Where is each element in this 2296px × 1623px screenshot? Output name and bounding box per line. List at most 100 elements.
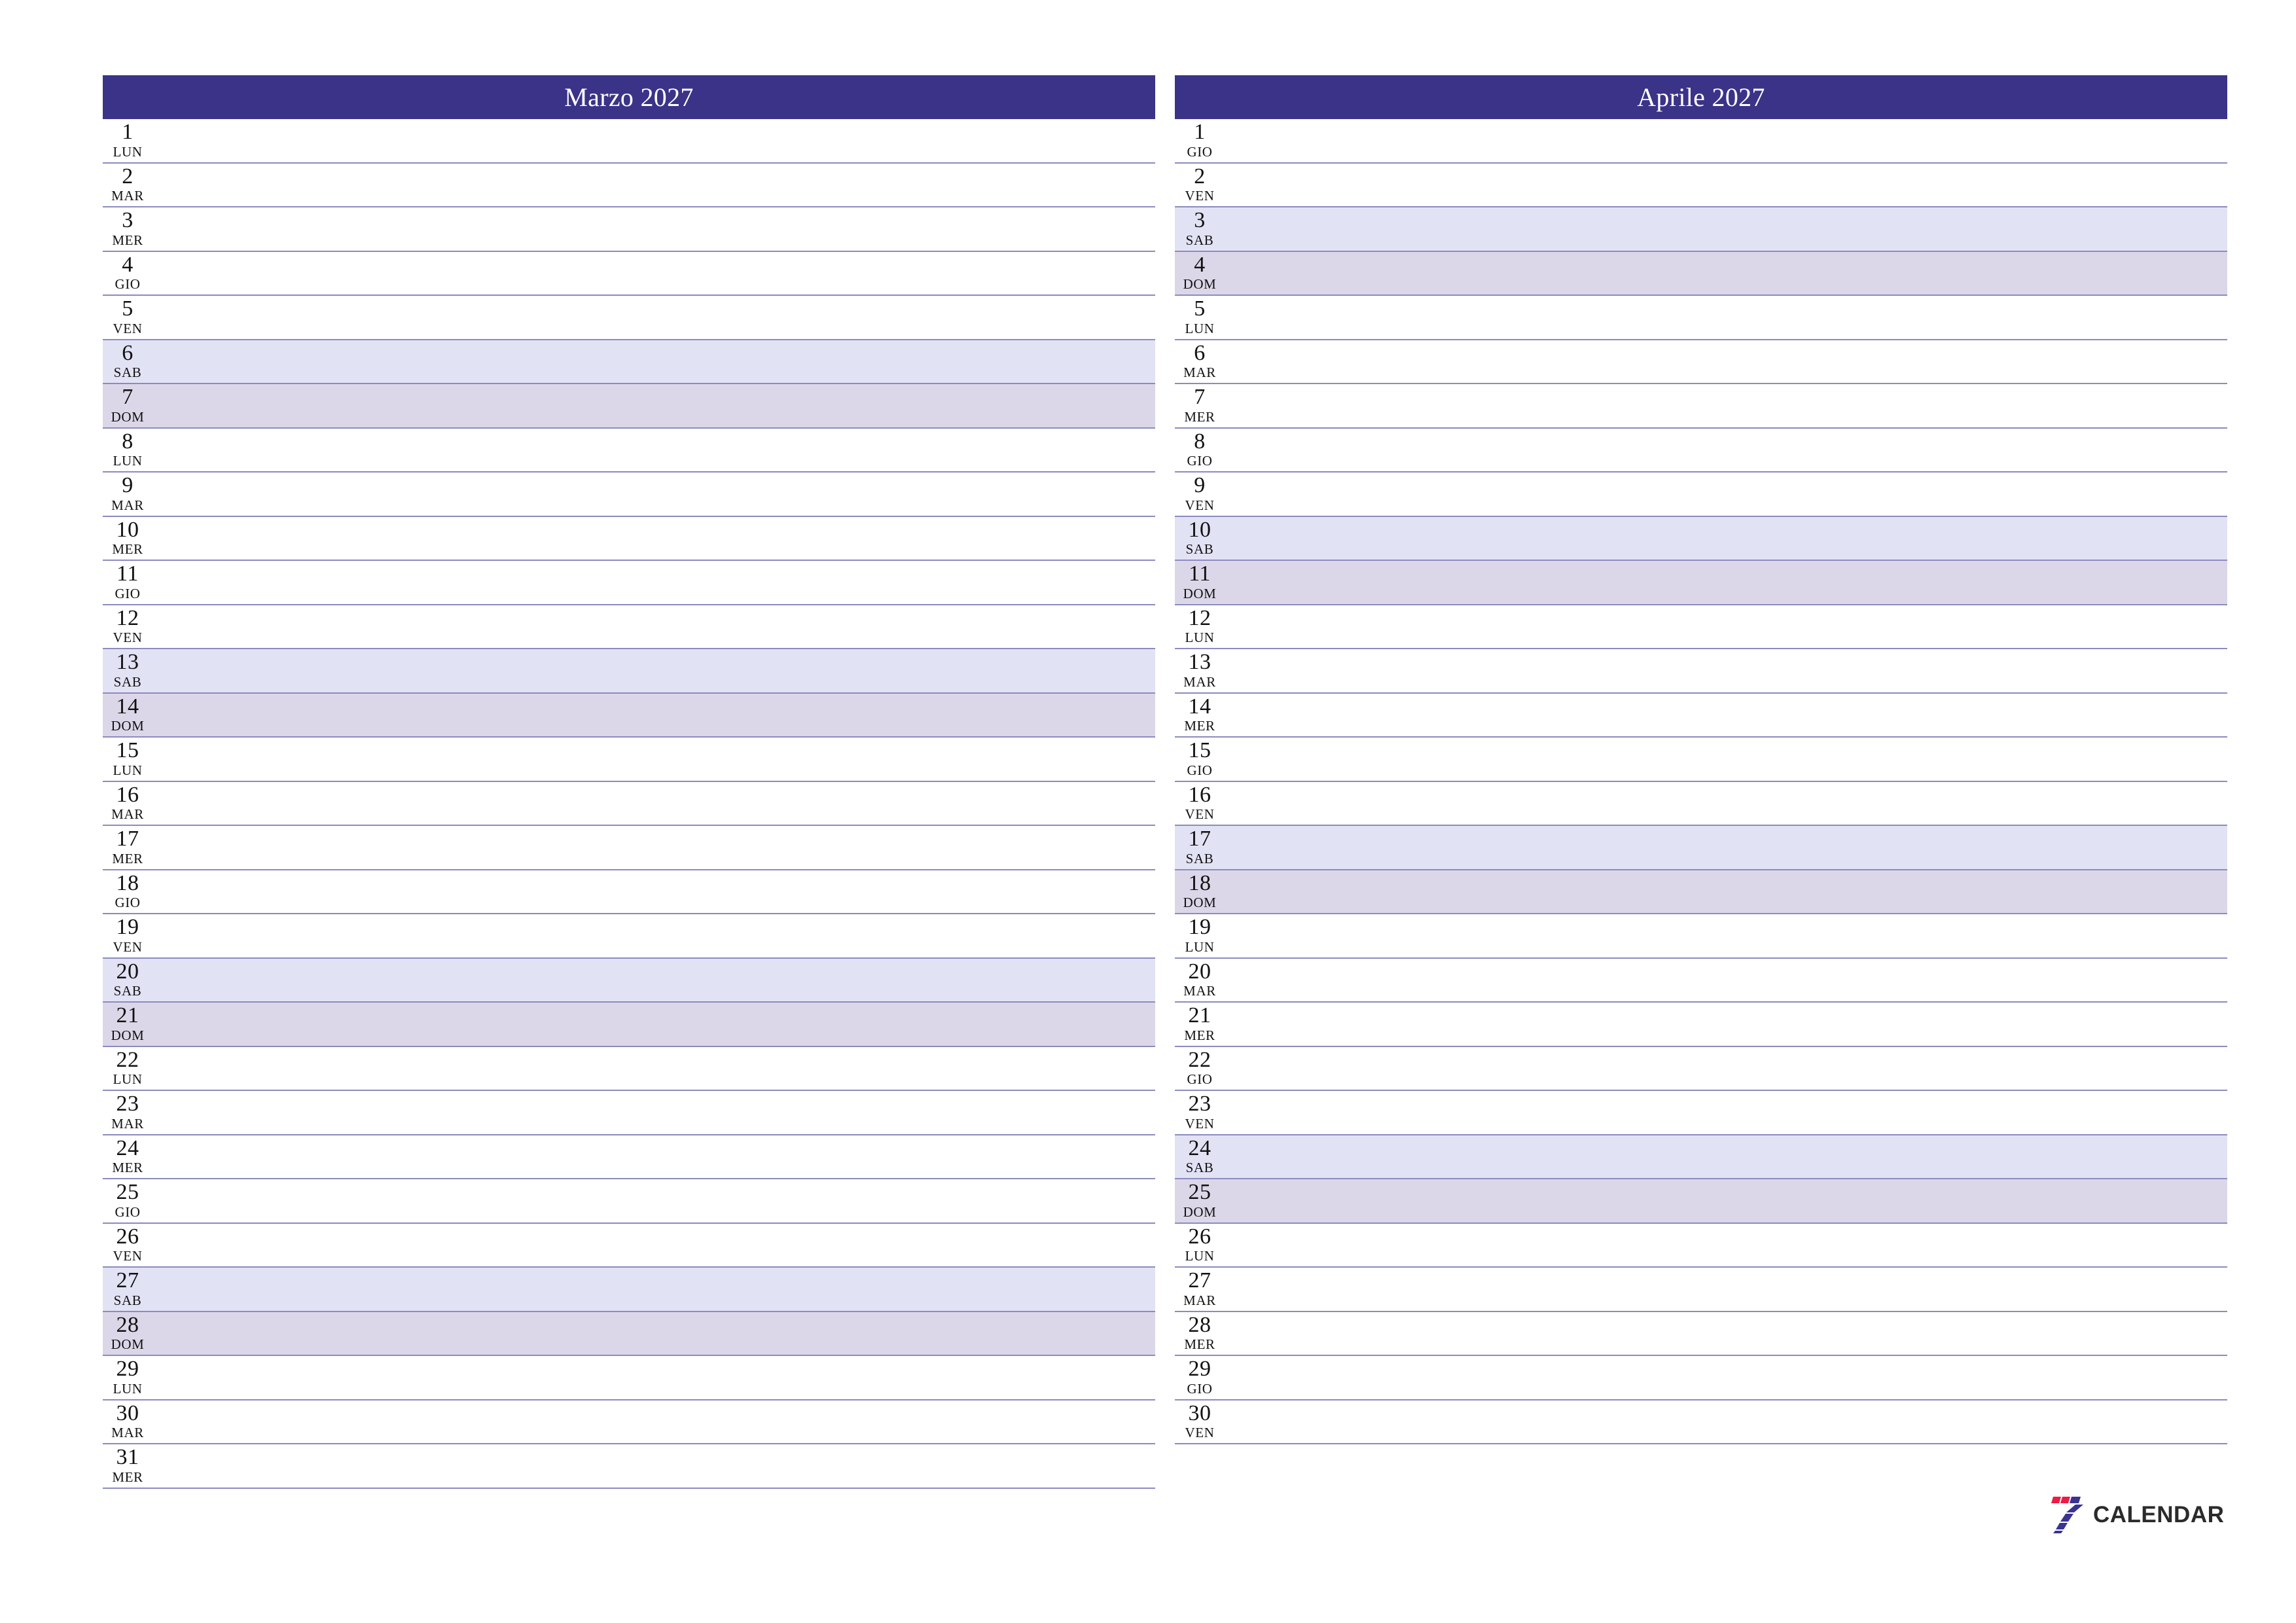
- day-row[interactable]: 3 SAB: [1175, 207, 2227, 252]
- day-notes-area[interactable]: [152, 1179, 1155, 1222]
- day-row[interactable]: 29 LUN: [103, 1356, 1155, 1400]
- day-notes-area[interactable]: [152, 1268, 1155, 1311]
- day-notes-area[interactable]: [152, 1135, 1155, 1179]
- day-notes-area[interactable]: [152, 826, 1155, 869]
- day-row[interactable]: 13 MAR: [1175, 649, 2227, 694]
- day-notes-area[interactable]: [152, 561, 1155, 604]
- day-notes-area[interactable]: [152, 1356, 1155, 1399]
- day-row[interactable]: 10 SAB: [1175, 516, 2227, 561]
- day-row[interactable]: 28 DOM: [103, 1311, 1155, 1356]
- day-row[interactable]: 14 MER: [1175, 693, 2227, 738]
- day-notes-area[interactable]: [152, 252, 1155, 295]
- day-notes-area[interactable]: [152, 164, 1155, 207]
- day-notes-area[interactable]: [1225, 1047, 2227, 1090]
- day-notes-area[interactable]: [1225, 164, 2227, 207]
- day-row[interactable]: 26 LUN: [1175, 1223, 2227, 1268]
- day-row[interactable]: 14 DOM: [103, 693, 1155, 738]
- day-notes-area[interactable]: [1225, 1135, 2227, 1179]
- day-row[interactable]: 16 VEN: [1175, 781, 2227, 826]
- day-notes-area[interactable]: [152, 1047, 1155, 1090]
- day-notes-area[interactable]: [1225, 605, 2227, 649]
- day-notes-area[interactable]: [1225, 384, 2227, 427]
- day-row[interactable]: 28 MER: [1175, 1311, 2227, 1356]
- day-row[interactable]: 24 SAB: [1175, 1135, 2227, 1179]
- day-row[interactable]: 11 DOM: [1175, 561, 2227, 605]
- day-notes-area[interactable]: [152, 207, 1155, 251]
- day-row[interactable]: 2 VEN: [1175, 163, 2227, 207]
- day-row[interactable]: 23 MAR: [103, 1091, 1155, 1135]
- day-row[interactable]: 26 VEN: [103, 1223, 1155, 1268]
- day-notes-area[interactable]: [1225, 870, 2227, 914]
- day-row[interactable]: 3 MER: [103, 207, 1155, 252]
- day-row[interactable]: 5 LUN: [1175, 296, 2227, 340]
- day-row[interactable]: 9 MAR: [103, 473, 1155, 517]
- day-row[interactable]: 22 GIO: [1175, 1046, 2227, 1091]
- day-row[interactable]: 4 GIO: [103, 251, 1155, 296]
- day-row[interactable]: 23 VEN: [1175, 1091, 2227, 1135]
- day-row[interactable]: 30 VEN: [1175, 1400, 2227, 1444]
- day-row[interactable]: 17 MER: [103, 826, 1155, 870]
- day-notes-area[interactable]: [152, 473, 1155, 516]
- day-notes-area[interactable]: [1225, 1224, 2227, 1267]
- day-notes-area[interactable]: [152, 1091, 1155, 1134]
- day-row[interactable]: 4 DOM: [1175, 251, 2227, 296]
- day-notes-area[interactable]: [152, 605, 1155, 649]
- day-row[interactable]: 30 MAR: [103, 1400, 1155, 1444]
- day-notes-area[interactable]: [1225, 561, 2227, 604]
- day-row[interactable]: 15 LUN: [103, 738, 1155, 782]
- day-row[interactable]: 9 VEN: [1175, 473, 2227, 517]
- day-row[interactable]: 12 VEN: [103, 605, 1155, 649]
- day-notes-area[interactable]: [152, 1224, 1155, 1267]
- day-notes-area[interactable]: [152, 914, 1155, 957]
- day-notes-area[interactable]: [152, 517, 1155, 560]
- day-row[interactable]: 7 MER: [1175, 384, 2227, 429]
- day-row[interactable]: 6 MAR: [1175, 340, 2227, 384]
- day-notes-area[interactable]: [152, 429, 1155, 472]
- day-notes-area[interactable]: [1225, 649, 2227, 692]
- day-notes-area[interactable]: [152, 384, 1155, 427]
- day-notes-area[interactable]: [1225, 959, 2227, 1002]
- day-row[interactable]: 8 GIO: [1175, 428, 2227, 473]
- day-notes-area[interactable]: [1225, 473, 2227, 516]
- day-notes-area[interactable]: [152, 1400, 1155, 1444]
- day-row[interactable]: 1 GIO: [1175, 119, 2227, 164]
- day-notes-area[interactable]: [1225, 296, 2227, 339]
- day-row[interactable]: 27 MAR: [1175, 1268, 2227, 1312]
- day-notes-area[interactable]: [1225, 782, 2227, 825]
- day-row[interactable]: 31 MER: [103, 1444, 1155, 1489]
- day-row[interactable]: 19 VEN: [103, 914, 1155, 959]
- day-row[interactable]: 1 LUN: [103, 119, 1155, 164]
- day-notes-area[interactable]: [1225, 826, 2227, 869]
- day-notes-area[interactable]: [1225, 1091, 2227, 1134]
- day-row[interactable]: 15 GIO: [1175, 738, 2227, 782]
- day-notes-area[interactable]: [1225, 1003, 2227, 1046]
- day-notes-area[interactable]: [152, 738, 1155, 781]
- day-notes-area[interactable]: [1225, 738, 2227, 781]
- day-row[interactable]: 20 MAR: [1175, 958, 2227, 1003]
- day-notes-area[interactable]: [1225, 517, 2227, 560]
- day-notes-area[interactable]: [1225, 340, 2227, 383]
- day-notes-area[interactable]: [152, 1003, 1155, 1046]
- day-notes-area[interactable]: [152, 1444, 1155, 1488]
- day-row[interactable]: 11 GIO: [103, 561, 1155, 605]
- day-row[interactable]: 19 LUN: [1175, 914, 2227, 959]
- day-row[interactable]: 5 VEN: [103, 296, 1155, 340]
- day-notes-area[interactable]: [152, 1312, 1155, 1355]
- day-notes-area[interactable]: [1225, 1356, 2227, 1399]
- day-row[interactable]: 16 MAR: [103, 781, 1155, 826]
- day-notes-area[interactable]: [1225, 1268, 2227, 1311]
- day-row[interactable]: 13 SAB: [103, 649, 1155, 694]
- day-row[interactable]: 29 GIO: [1175, 1356, 2227, 1400]
- day-notes-area[interactable]: [1225, 429, 2227, 472]
- day-row[interactable]: 25 GIO: [103, 1179, 1155, 1224]
- day-row[interactable]: 8 LUN: [103, 428, 1155, 473]
- day-row[interactable]: 6 SAB: [103, 340, 1155, 384]
- day-row[interactable]: 12 LUN: [1175, 605, 2227, 649]
- day-notes-area[interactable]: [1225, 207, 2227, 251]
- day-notes-area[interactable]: [1225, 119, 2227, 162]
- day-row[interactable]: 25 DOM: [1175, 1179, 2227, 1224]
- day-row[interactable]: 27 SAB: [103, 1268, 1155, 1312]
- day-notes-area[interactable]: [152, 296, 1155, 339]
- day-notes-area[interactable]: [152, 782, 1155, 825]
- day-notes-area[interactable]: [1225, 252, 2227, 295]
